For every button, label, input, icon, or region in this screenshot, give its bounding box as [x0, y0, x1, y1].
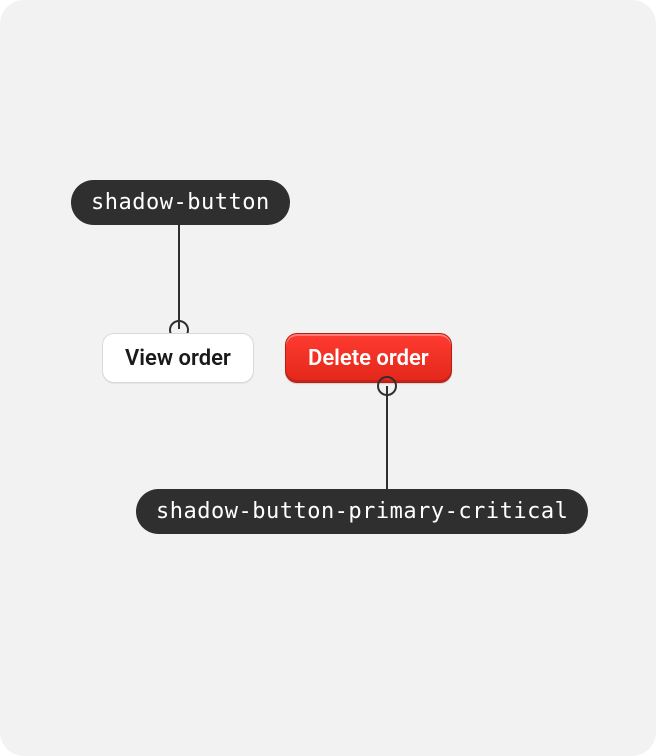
token-label-shadow-button-primary-critical: shadow-button-primary-critical [136, 489, 588, 534]
view-order-button-label: View order [125, 346, 231, 371]
delete-order-button-label: Delete order [308, 346, 429, 371]
connector-line-bottom [386, 386, 388, 491]
delete-order-button[interactable]: Delete order [285, 333, 452, 383]
view-order-button[interactable]: View order [102, 333, 254, 383]
token-label-shadow-button: shadow-button [71, 180, 290, 225]
connector-line-top [178, 224, 180, 329]
diagram-canvas: shadow-button View order Delete order sh… [0, 0, 656, 756]
